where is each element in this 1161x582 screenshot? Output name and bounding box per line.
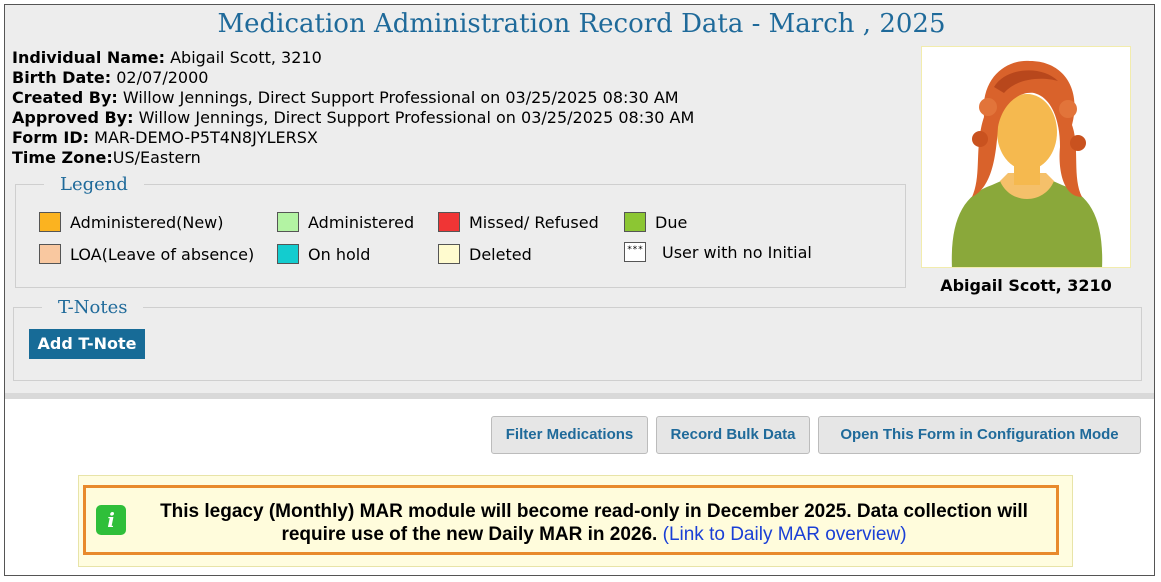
legend-item-administered-new: Administered(New) xyxy=(39,212,224,232)
legend-item-no-initial: *** User with no Initial xyxy=(624,242,812,262)
legend-item-label: On hold xyxy=(308,244,371,264)
legend-item-on-hold: On hold xyxy=(277,244,370,264)
legend-item-label: LOA(Leave of absence) xyxy=(70,244,255,264)
legend-swatch xyxy=(438,212,460,232)
birth-date-row: Birth Date: 02/07/2000 xyxy=(12,68,694,88)
created-by-label: Created By: xyxy=(12,88,118,107)
section-divider xyxy=(5,393,1154,399)
info-icon: i xyxy=(96,505,126,535)
approved-by-value: Willow Jennings, Direct Support Professi… xyxy=(133,108,695,127)
notice-message: This legacy (Monthly) MAR module will be… xyxy=(134,500,1054,546)
time-zone-row: Time Zone:US/Eastern xyxy=(12,148,694,168)
created-by-value: Willow Jennings, Direct Support Professi… xyxy=(117,88,679,107)
legend-swatch xyxy=(438,244,460,264)
page-title: Medication Administration Record Data - … xyxy=(217,9,946,39)
tnotes-section: T-Notes xyxy=(13,297,1142,381)
legend-item-label: Administered xyxy=(308,212,415,232)
legend-item-administered: Administered xyxy=(277,212,414,232)
legend-swatch xyxy=(277,212,299,232)
daily-mar-overview-link[interactable]: (Link to Daily MAR overview) xyxy=(663,524,907,545)
birth-date-value: 02/07/2000 xyxy=(111,68,209,87)
time-zone-value: US/Eastern xyxy=(112,148,201,167)
add-tnote-button[interactable]: Add T-Note xyxy=(29,329,145,359)
avatar-illustration xyxy=(951,60,1103,267)
legend-item-label: User with no Initial xyxy=(662,242,812,262)
legend-swatch xyxy=(39,212,61,232)
filter-medications-button[interactable]: Filter Medications xyxy=(491,416,648,454)
legend-swatch xyxy=(277,244,299,264)
legend-item-due: Due xyxy=(624,212,687,232)
open-configuration-mode-button[interactable]: Open This Form in Configuration Mode xyxy=(818,416,1141,454)
form-id-label: Form ID: xyxy=(12,128,90,147)
tnotes-title: T-Notes xyxy=(58,297,128,318)
legend-swatch-no-initial: *** xyxy=(624,242,646,262)
legend-swatch xyxy=(39,244,61,264)
photo-caption: Abigail Scott, 3210 xyxy=(940,276,1112,295)
individual-name-row: Individual Name: Abigail Scott, 3210 xyxy=(12,48,694,68)
legend-swatch xyxy=(624,212,646,232)
form-id-value: MAR-DEMO-P5T4N8JYLERSX xyxy=(89,128,318,147)
record-bulk-data-button[interactable]: Record Bulk Data xyxy=(656,416,810,454)
individual-photo xyxy=(921,46,1131,268)
approved-by-label: Approved By: xyxy=(12,108,134,127)
legend-title: Legend xyxy=(60,174,128,195)
created-by-row: Created By: Willow Jennings, Direct Supp… xyxy=(12,88,694,108)
legend-item-loa: LOA(Leave of absence) xyxy=(39,244,254,264)
individual-name-label: Individual Name: xyxy=(12,48,165,67)
legend-item-label: Due xyxy=(655,212,688,232)
legend-item-missed-refused: Missed/ Refused xyxy=(438,212,599,232)
time-zone-label: Time Zone: xyxy=(12,148,113,167)
individual-name-value: Abigail Scott, 3210 xyxy=(165,48,322,67)
birth-date-label: Birth Date: xyxy=(12,68,112,87)
legend-item-label: Deleted xyxy=(469,244,532,264)
header-panel: Medication Administration Record Data - … xyxy=(5,5,1154,393)
legacy-notice: i This legacy (Monthly) MAR module will … xyxy=(83,485,1059,555)
legend-item-deleted: Deleted xyxy=(438,244,532,264)
approved-by-row: Approved By: Willow Jennings, Direct Sup… xyxy=(12,108,694,128)
legend-item-label: Missed/ Refused xyxy=(469,212,599,232)
legend-item-label: Administered(New) xyxy=(70,212,224,232)
individual-info: Individual Name: Abigail Scott, 3210 Bir… xyxy=(12,48,694,168)
form-id-row: Form ID: MAR-DEMO-P5T4N8JYLERSX xyxy=(12,128,694,148)
